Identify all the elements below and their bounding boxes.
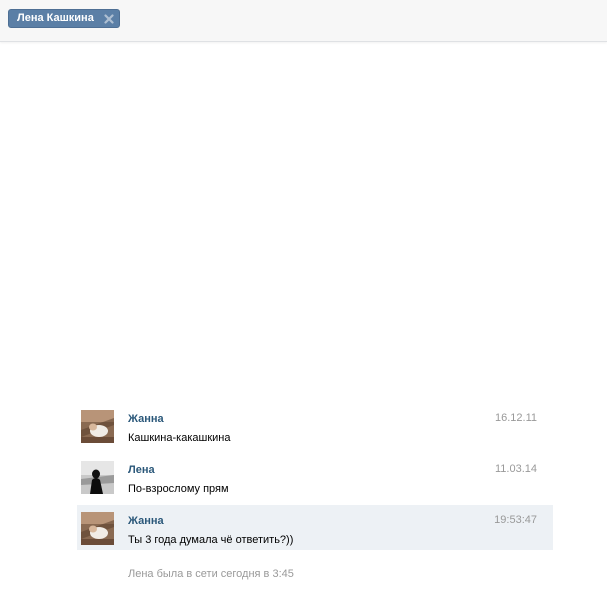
message-date: 16.12.11 (494, 412, 537, 424)
message-author[interactable]: Жанна (128, 413, 164, 425)
message-text: Ты 3 года думала чё ответить?)) (128, 534, 294, 546)
message-item[interactable]: Жанна Кашкина-какашкина 16.12.11 (77, 403, 553, 454)
message-list: Жанна Кашкина-какашкина 16.12.11 Лена По… (77, 403, 553, 550)
avatar[interactable] (81, 410, 114, 443)
top-bar: Лена Кашкина (0, 0, 607, 42)
message-date: 11.03.14 (494, 463, 537, 475)
avatar[interactable] (81, 461, 114, 494)
message-item-highlighted[interactable]: Жанна Ты 3 года думала чё ответить?)) 19… (77, 505, 553, 550)
message-author[interactable]: Жанна (128, 515, 164, 527)
avatar[interactable] (81, 512, 114, 545)
message-item[interactable]: Лена По-взрослому прям 11.03.14 (77, 454, 553, 505)
chat-tab-label: Лена Кашкина (17, 12, 94, 24)
message-text: По-взрослому прям (128, 483, 229, 495)
chat-tab[interactable]: Лена Кашкина (8, 9, 120, 28)
message-text: Кашкина-какашкина (128, 432, 231, 444)
message-time: 19:53:47 (494, 514, 537, 526)
message-author[interactable]: Лена (128, 464, 155, 476)
online-status: Лена была в сети сегодня в 3:45 (128, 568, 294, 580)
close-icon[interactable] (104, 13, 114, 24)
